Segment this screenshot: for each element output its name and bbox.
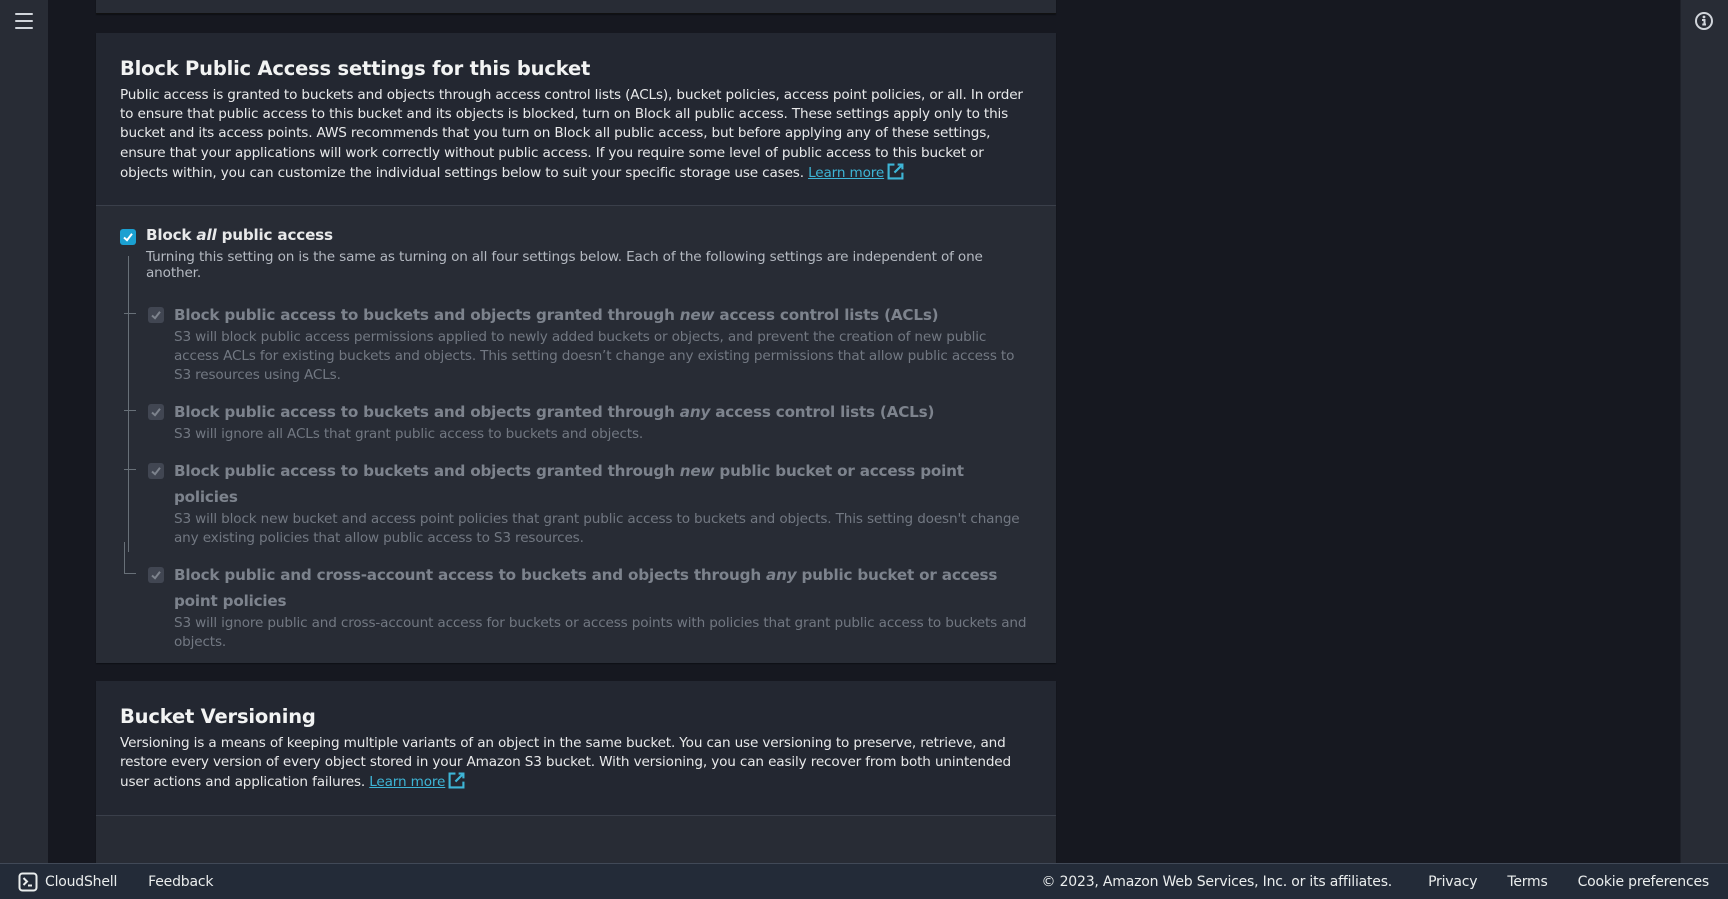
label-part: access control lists (ACLs) xyxy=(710,403,935,422)
option-text: Block public and cross-account access to… xyxy=(174,562,1032,652)
option-any-policies: Block public and cross-account access to… xyxy=(124,542,1032,652)
bucket-versioning-header: Bucket Versioning Versioning is a means … xyxy=(96,681,1056,816)
menu-bar xyxy=(15,20,33,22)
tree-connector-line xyxy=(128,256,129,553)
section-description: Versioning is a means of keeping multipl… xyxy=(120,734,1032,793)
feedback-label: Feedback xyxy=(148,873,214,890)
description-text: Versioning is a means of keeping multipl… xyxy=(120,735,1011,791)
option-new-acls: Block public access to buckets and objec… xyxy=(124,302,1032,385)
footer-right: © 2023, Amazon Web Services, Inc. or its… xyxy=(1041,873,1710,890)
block-public-access-header: Block Public Access settings for this bu… xyxy=(96,33,1056,207)
learn-more-link[interactable]: Learn more xyxy=(808,163,904,181)
cookie-preferences-link[interactable]: Cookie preferences xyxy=(1578,874,1710,890)
option-label: Block public access to buckets and objec… xyxy=(174,399,1032,425)
option-description: S3 will block new bucket and access poin… xyxy=(174,511,1020,547)
section-title: Block Public Access settings for this bu… xyxy=(120,57,591,80)
block-all-label: Block all public access xyxy=(146,226,333,244)
block-public-access-options: Block all public access Turning this set… xyxy=(96,206,1056,652)
label-emphasis: all xyxy=(196,226,217,245)
cloudshell-label: CloudShell xyxy=(45,873,118,890)
console-footer: CloudShell Feedback © 2023, Amazon Web S… xyxy=(0,863,1728,899)
checkmark-icon xyxy=(151,467,161,476)
block-all-description: Turning this setting on is the same as t… xyxy=(146,249,983,282)
label-part: Block public and cross-account access to… xyxy=(174,566,767,585)
checkmark-icon xyxy=(123,233,133,242)
left-navigation xyxy=(0,0,48,863)
bucket-versioning-section: Bucket Versioning Versioning is a means … xyxy=(96,681,1056,871)
learn-more-link[interactable]: Learn more xyxy=(369,772,465,791)
menu-icon[interactable] xyxy=(15,13,33,29)
option-text: Block public access to buckets and objec… xyxy=(174,399,1032,444)
option-description: S3 will block public access permissions … xyxy=(174,329,1015,384)
label-part: Block public access to buckets and objec… xyxy=(174,462,680,481)
menu-bar xyxy=(15,27,33,29)
menu-bar xyxy=(15,13,33,15)
label-emphasis: new xyxy=(679,306,715,325)
block-public-access-section: Block Public Access settings for this bu… xyxy=(96,33,1056,663)
option-checkbox xyxy=(148,463,164,480)
block-all-checkbox[interactable] xyxy=(120,229,136,246)
option-checkbox xyxy=(148,307,164,324)
option-any-acls: Block public access to buckets and objec… xyxy=(124,399,1032,444)
learn-more-label: Learn more xyxy=(808,164,885,181)
learn-more-label: Learn more xyxy=(369,774,446,791)
tree-tick xyxy=(124,469,136,471)
label-part: Block public access to buckets and objec… xyxy=(174,306,680,325)
feedback-button[interactable]: Feedback xyxy=(148,874,213,890)
terms-link[interactable]: Terms xyxy=(1507,874,1547,890)
checkmark-icon xyxy=(151,408,161,417)
option-checkbox xyxy=(148,567,164,584)
external-link-icon xyxy=(887,163,904,180)
info-icon[interactable] xyxy=(1694,11,1714,31)
option-label: Block public and cross-account access to… xyxy=(174,562,1032,614)
option-label: Block public access to buckets and objec… xyxy=(174,458,1032,510)
option-description: S3 will ignore public and cross-account … xyxy=(174,615,1027,651)
label-part: Block xyxy=(146,226,197,245)
label-emphasis: any xyxy=(766,566,797,585)
checkmark-icon xyxy=(151,571,161,580)
label-part: public access xyxy=(216,226,334,245)
footer-left: CloudShell Feedback xyxy=(18,872,213,892)
external-link-icon xyxy=(448,772,465,789)
main-content: Block Public Access settings for this bu… xyxy=(96,0,1056,871)
help-panel xyxy=(1680,0,1728,863)
section-description: Public access is granted to buckets and … xyxy=(120,86,1032,183)
tree-tick-end xyxy=(124,542,136,575)
label-part: Block public access to buckets and objec… xyxy=(174,403,680,422)
section-title: Bucket Versioning xyxy=(120,705,316,728)
cloudshell-icon xyxy=(18,872,38,891)
tree-tick xyxy=(124,410,136,412)
label-part: access control lists (ACLs) xyxy=(714,306,939,325)
privacy-link[interactable]: Privacy xyxy=(1428,874,1477,890)
option-new-policies: Block public access to buckets and objec… xyxy=(124,458,1032,548)
previous-section-card xyxy=(96,0,1056,14)
option-text: Block public access to buckets and objec… xyxy=(174,302,1032,385)
option-checkbox xyxy=(148,404,164,421)
option-text: Block public access to buckets and objec… xyxy=(174,458,1032,548)
option-description: S3 will ignore all ACLs that grant publi… xyxy=(174,426,644,443)
tree-tick xyxy=(124,313,136,315)
block-all-public-access-option[interactable]: Block all public access xyxy=(120,226,1032,246)
cloudshell-button[interactable]: CloudShell xyxy=(18,872,117,892)
copyright-text: © 2023, Amazon Web Services, Inc. or its… xyxy=(1041,873,1393,890)
checkmark-icon xyxy=(151,311,161,320)
label-emphasis: any xyxy=(679,403,711,422)
label-emphasis: new xyxy=(679,462,715,481)
option-label: Block public access to buckets and objec… xyxy=(174,302,1032,328)
